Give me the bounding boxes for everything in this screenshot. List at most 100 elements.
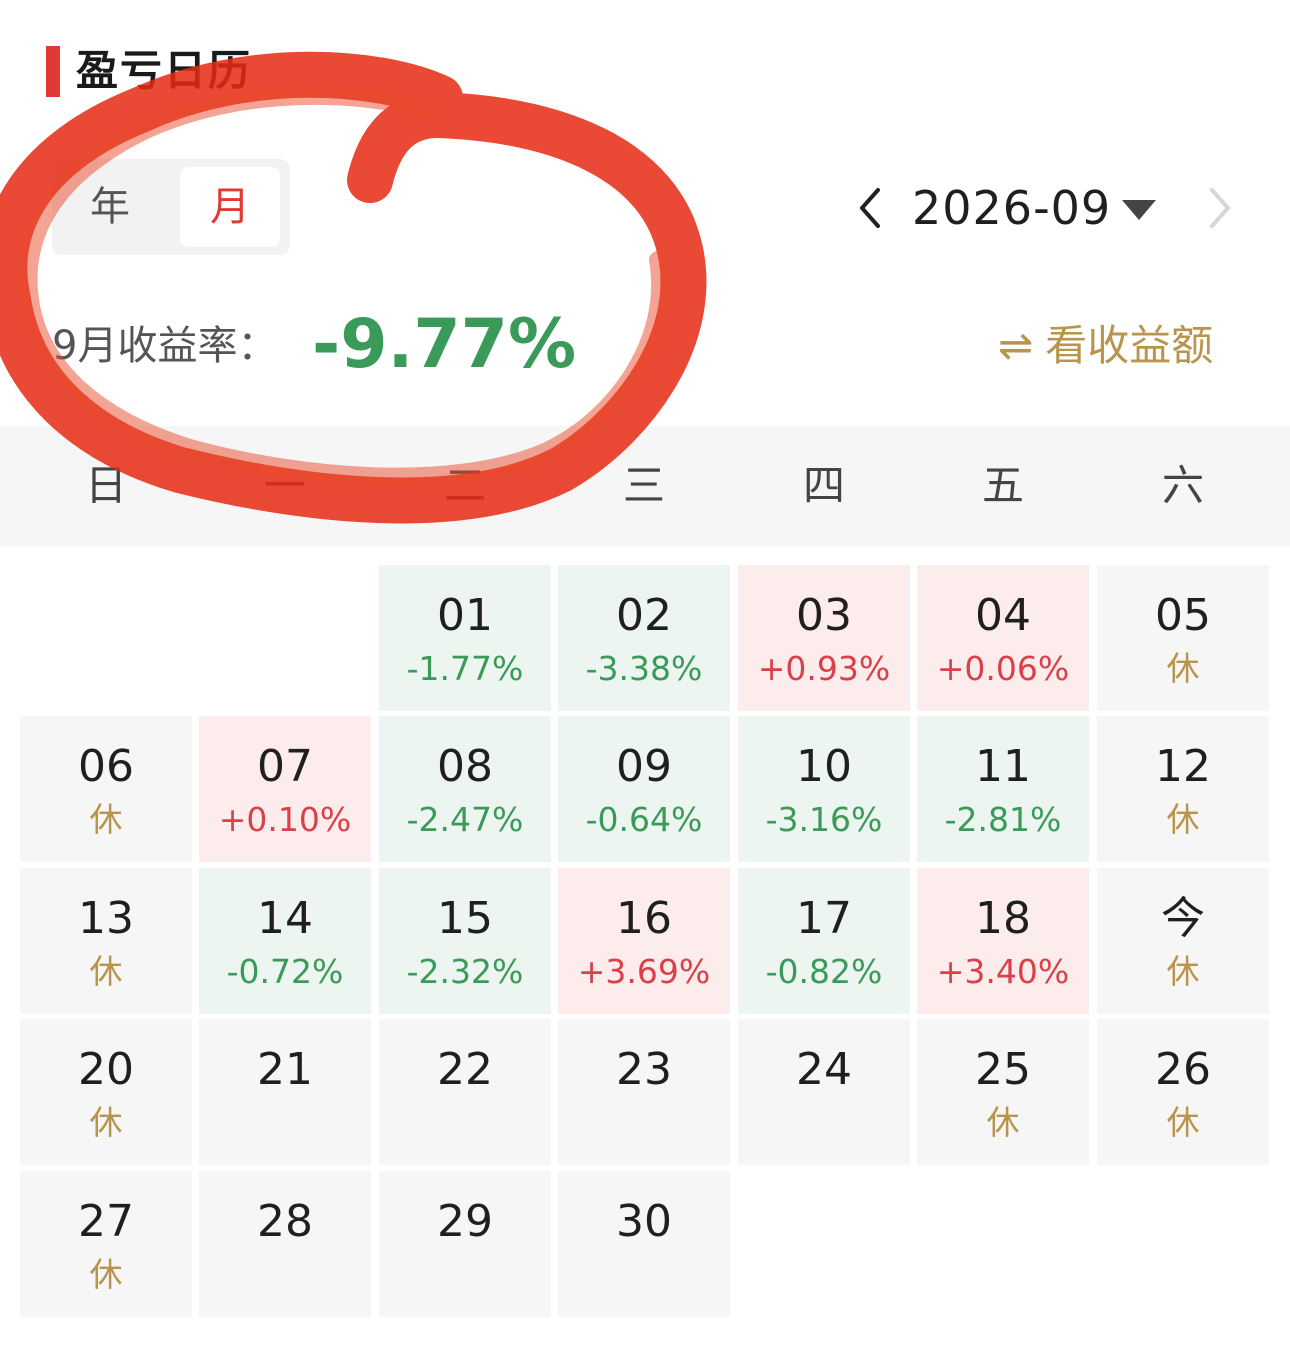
calendar-day-cell[interactable]: 07 +0.10% [199,716,371,862]
calendar-day-cell[interactable]: 25 休 [917,1019,1089,1165]
year-month-segmented-control: 年 月 [52,159,290,255]
calendar-day-cell[interactable]: 20 休 [20,1019,192,1165]
holiday-label: 休 [89,1103,123,1142]
day-number: 27 [78,1196,134,1247]
calendar-day-cell[interactable]: 16 +3.69% [558,868,730,1014]
page-title: 盈亏日历 [76,46,253,95]
day-number: 11 [975,741,1031,792]
calendar-day-cell[interactable]: 02 -3.38% [558,565,730,711]
daily-return: +0.06% [936,649,1070,688]
weekday-tue: 二 [443,461,486,510]
day-number: 28 [257,1196,313,1247]
day-number: 09 [616,741,672,792]
day-number: 04 [975,590,1031,641]
daily-return: -2.32% [406,952,524,991]
day-number: 23 [616,1044,672,1095]
day-number: 30 [616,1196,672,1247]
day-number: 06 [78,741,134,792]
day-number: 21 [257,1044,313,1095]
calendar-day-cell[interactable]: 18 +3.40% [917,868,1089,1014]
calendar-day-cell[interactable]: 03 +0.93% [738,565,910,711]
calendar-day-cell[interactable]: 15 -2.32% [379,868,551,1014]
holiday-label: 休 [1166,952,1200,991]
holiday-label: 休 [1166,649,1200,688]
holiday-label: 休 [1166,1103,1200,1142]
holiday-label: 休 [1166,800,1200,839]
calendar-day-cell[interactable]: 08 -2.47% [379,716,551,862]
day-number: 05 [1155,590,1211,641]
view-amount-label: 看收益额 [1045,321,1214,370]
calendar-day-cell[interactable]: 10 -3.16% [738,716,910,862]
day-number: 25 [975,1044,1031,1095]
weekday-thu: 四 [802,461,845,510]
day-number: 16 [616,893,672,944]
daily-return: +3.69% [577,952,711,991]
weekday-header: 日 一 二 三 四 五 六 [0,426,1290,546]
day-number: 今 [1161,893,1205,944]
day-number: 24 [796,1044,852,1095]
day-number: 29 [437,1196,493,1247]
monthly-return-label: 9月收益率： [52,323,278,369]
weekday-mon: 一 [263,461,306,510]
swap-arrows-icon: ⇌ [998,321,1034,370]
calendar-day-cell[interactable]: 11 -2.81% [917,716,1089,862]
holiday-label: 休 [986,1103,1020,1142]
day-number: 12 [1155,741,1211,792]
calendar-day-cell[interactable]: 05 休 [1097,565,1269,711]
calendar-day-cell[interactable]: 23 [558,1019,730,1165]
day-number: 02 [616,590,672,641]
daily-return: +3.40% [936,952,1070,991]
holiday-label: 休 [89,1255,123,1294]
day-number: 10 [796,741,852,792]
daily-return: -3.38% [585,649,703,688]
chevron-right-icon[interactable] [1200,180,1240,236]
calendar-day-cell[interactable]: 17 -0.82% [738,868,910,1014]
calendar-day-cell[interactable]: 09 -0.64% [558,716,730,862]
month-selector[interactable]: 2026-09 [912,178,1111,238]
daily-return: -1.77% [406,649,524,688]
day-number: 03 [796,590,852,641]
day-number: 13 [78,893,134,944]
calendar-day-cell[interactable]: 04 +0.06% [917,565,1089,711]
calendar-day-cell[interactable]: 22 [379,1019,551,1165]
weekday-wed: 三 [622,461,665,510]
tab-month[interactable]: 月 [180,167,280,247]
calendar-day-cell[interactable]: 21 [199,1019,371,1165]
calendar-day-cell[interactable]: 今休 [1097,868,1269,1014]
day-number: 17 [796,893,852,944]
weekday-fri: 五 [981,461,1024,510]
calendar-day-cell[interactable]: 30 [558,1171,730,1317]
daily-return: -2.47% [406,800,524,839]
day-number: 26 [1155,1044,1211,1095]
daily-return: +0.10% [218,800,352,839]
daily-return: -0.72% [226,952,344,991]
daily-return: -0.82% [765,952,883,991]
calendar-day-cell[interactable]: 13 休 [20,868,192,1014]
calendar-day-cell[interactable]: 26 休 [1097,1019,1269,1165]
daily-return: -0.64% [585,800,703,839]
daily-return: -2.81% [944,800,1062,839]
calendar-day-cell[interactable]: 12 休 [1097,716,1269,862]
chevron-left-icon[interactable] [850,180,890,236]
tab-year[interactable]: 年 [60,167,160,247]
day-number: 01 [437,590,493,641]
calendar-day-cell[interactable]: 01 -1.77% [379,565,551,711]
day-number: 08 [437,741,493,792]
daily-return: -3.16% [765,800,883,839]
weekday-sun: 日 [84,461,127,510]
monthly-return-value: -9.77% [312,305,577,384]
calendar-day-cell[interactable]: 27 休 [20,1171,192,1317]
daily-return: +0.93% [757,649,891,688]
calendar-day-cell[interactable]: 29 [379,1171,551,1317]
weekday-sat: 六 [1161,461,1204,510]
calendar-day-cell[interactable]: 06 休 [20,716,192,862]
title-accent-bar [46,46,60,97]
calendar-day-cell[interactable]: 14 -0.72% [199,868,371,1014]
day-number: 14 [257,893,313,944]
day-number: 20 [78,1044,134,1095]
calendar-day-cell[interactable]: 28 [199,1171,371,1317]
day-number: 07 [257,741,313,792]
calendar-day-cell[interactable]: 24 [738,1019,910,1165]
view-amount-toggle[interactable]: ⇌ 看收益额 [998,316,1213,376]
triangle-down-icon[interactable] [1120,198,1158,222]
